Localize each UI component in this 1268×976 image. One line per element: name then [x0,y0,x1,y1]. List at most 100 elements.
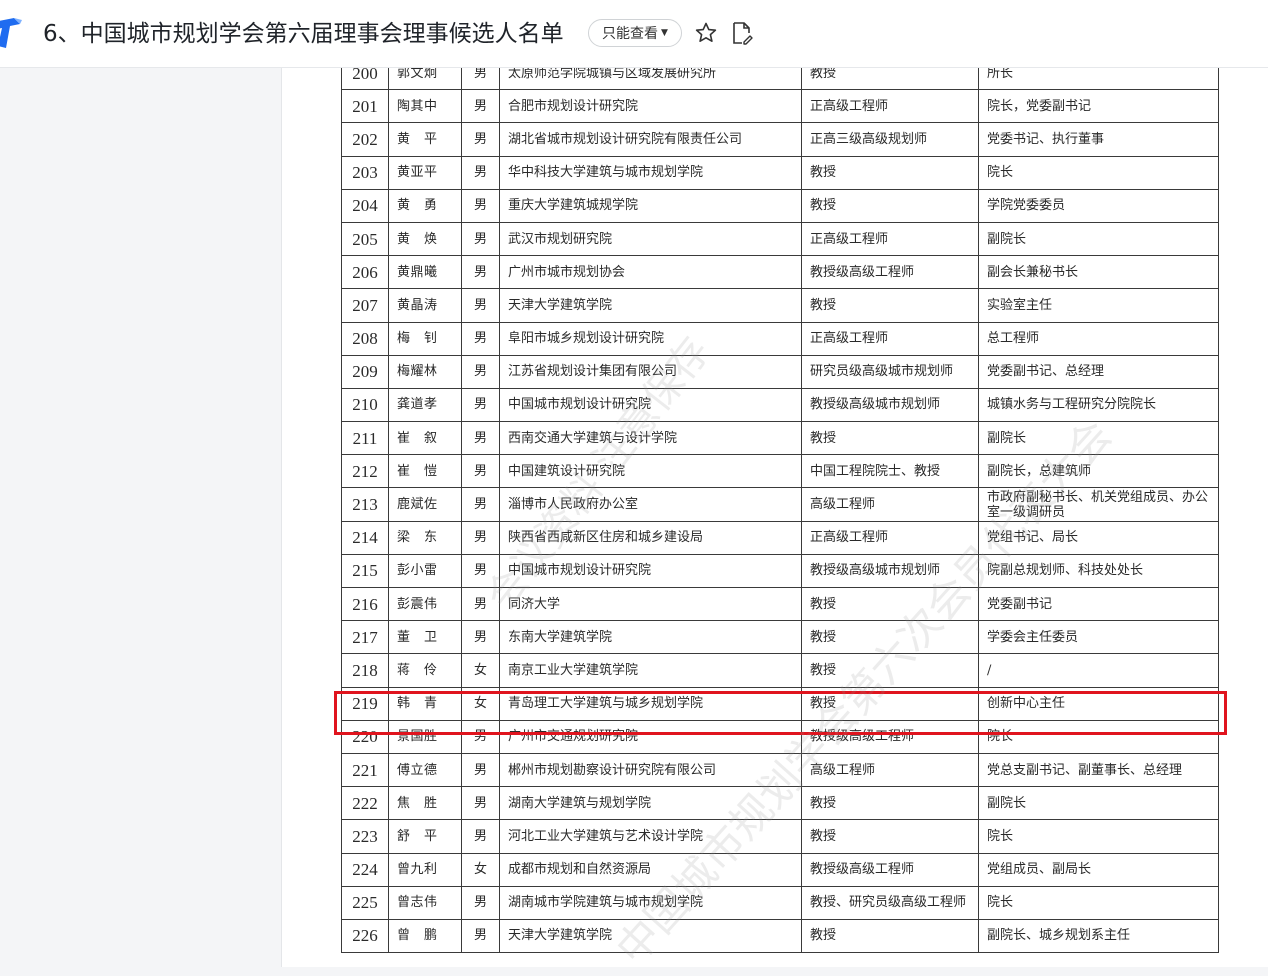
candidate-title: 教授 [801,188,979,223]
candidate-title: 教授级高级工程师 [801,255,979,290]
row-number: 225 [341,885,389,920]
candidate-position: 副院长 [978,786,1219,821]
candidate-title: 教授级高级城市规划师 [801,553,979,589]
candidate-title: 正高级工程师 [801,520,979,555]
candidate-name: 黄 勇 [388,188,462,223]
table-row: 205 黄 焕男武汉市规划研究院 正高级工程师 副院长 [341,221,1219,257]
candidate-name: 韩 青 [388,686,462,721]
candidate-position: 副院长 [978,221,1219,257]
candidate-name: 黄鼎曦 [388,255,462,290]
candidate-position: 院长 [978,719,1219,754]
star-icon[interactable] [694,21,718,45]
candidate-gender: 女 [461,686,500,721]
row-number: 224 [341,852,389,887]
candidate-position: 副院长、城乡规划系主任 [978,918,1219,954]
candidate-gender: 男 [461,885,500,920]
document-title: 6、中国城市规划学会第六届理事会理事候选人名单 [43,21,564,47]
table-row: 212 崔 愷男中国建筑设计研究院 中国工程院院士、教授 副院长，总建筑师 [341,454,1219,489]
candidate-name: 梅 钊 [388,321,462,356]
candidate-title: 教授级高级城市规划师 [801,387,979,423]
row-number: 213 [341,487,389,522]
candidate-title: 教授 [801,620,979,655]
candidate-gender: 男 [461,421,500,456]
top-bar: 6、中国城市规划学会第六届理事会理事候选人名单 只能查看 ▼ [0,0,1268,68]
candidate-position: 党委书记、执行董事 [978,122,1219,157]
row-number: 217 [341,620,389,655]
candidate-gender: 男 [461,221,500,257]
table-row: 202 黄 平男湖北省城市规划设计研究院有限责任公司 正高三级高级规划师 党委书记、执… [341,122,1219,157]
candidate-organization: 天津大学建筑学院 [499,288,802,323]
candidate-title: 中国工程院院士、教授 [801,454,979,489]
view-only-dropdown[interactable]: 只能查看 ▼ [588,19,682,47]
candidate-gender: 男 [461,620,500,655]
candidate-organization: 武汉市规划研究院 [499,221,802,257]
candidate-title: 教授级高级工程师 [801,852,979,887]
table-row: 201 陶其中男合肥市规划设计研究院 正高级工程师 院长，党委副书记 [341,89,1219,124]
candidate-position: 副会长兼秘书长 [978,255,1219,290]
candidate-gender: 男 [461,387,500,423]
row-number: 210 [341,387,389,423]
row-number: 221 [341,752,389,788]
candidate-organization: 太原师范学院城镇与区域发展研究所 [499,68,802,91]
candidate-organization: 淄博市人民政府办公室 [499,487,802,522]
candidate-gender: 男 [461,68,500,91]
candidate-gender: 男 [461,553,500,589]
candidate-organization: 南京工业大学建筑学院 [499,653,802,688]
table-row: 219 韩 青女青岛理工大学建筑与城乡规划学院 教授 创新中心主任 [341,686,1219,721]
candidate-organization: 阜阳市城乡规划设计研究院 [499,321,802,356]
candidate-name: 龚道孝 [388,387,462,423]
candidate-organization: 成都市规划和自然资源局 [499,852,802,887]
candidate-organization: 郴州市规划勘察设计研究院有限公司 [499,752,802,788]
candidate-gender: 男 [461,321,500,356]
candidate-gender: 男 [461,487,500,522]
candidate-title: 正高级工程师 [801,89,979,124]
row-number: 222 [341,786,389,821]
edit-document-icon[interactable] [731,21,753,45]
candidate-organization: 江苏省规划设计集团有限公司 [499,354,802,389]
candidate-position: 党委副书记 [978,586,1219,622]
view-only-label: 只能查看 [602,26,659,42]
candidate-gender: 男 [461,719,500,754]
candidate-title: 教授 [801,686,979,721]
row-number: 207 [341,288,389,323]
candidate-gender: 男 [461,586,500,622]
candidate-organization: 西南交通大学建筑与设计学院 [499,421,802,456]
candidate-title: 教授 [801,155,979,190]
table-row: 217 董 卫男东南大学建筑学院 教授 学委会主任委员 [341,620,1219,655]
candidate-name: 梅耀林 [388,354,462,389]
candidate-gender: 男 [461,786,500,821]
candidate-position: 院副总规划师、科技处处长 [978,553,1219,589]
table-row: 200 郭文炯男太原师范学院城镇与区域发展研究所 教授 所长 [341,68,1219,91]
candidate-title: 教授 [801,653,979,688]
candidate-gender: 男 [461,188,500,223]
candidate-name: 郭文炯 [388,68,462,91]
candidate-title: 正高三级高级规划师 [801,122,979,157]
table-row: 222 焦 胜男湖南大学建筑与规划学院 教授 副院长 [341,786,1219,821]
document-page: 200 郭文炯男太原师范学院城镇与区域发展研究所 教授 所长 201 陶其中男合肥市规划设… [281,68,1268,967]
table-row: 209 梅耀林男江苏省规划设计集团有限公司 研究员级高级城市规划师 党委副书记、总经理 [341,354,1219,389]
candidate-organization: 湖北省城市规划设计研究院有限责任公司 [499,122,802,157]
table-row: 206 黄鼎曦男广州市城市规划协会 教授级高级工程师 副会长兼秘书长 [341,255,1219,290]
candidate-position: 学委会主任委员 [978,620,1219,655]
candidate-position: 院长，党委副书记 [978,89,1219,124]
candidate-title: 正高级工程师 [801,221,979,257]
row-number: 205 [341,221,389,257]
candidate-gender: 男 [461,454,500,489]
candidate-name: 彭小雷 [388,553,462,589]
row-number: 203 [341,155,389,190]
candidate-organization: 陕西省西咸新区住房和城乡建设局 [499,520,802,555]
candidate-organization: 湖南大学建筑与规划学院 [499,786,802,821]
candidate-gender: 女 [461,852,500,887]
candidate-position: 城镇水务与工程研究分院院长 [978,387,1219,423]
row-number: 200 [341,68,389,91]
candidate-gender: 男 [461,354,500,389]
candidate-name: 曾志伟 [388,885,462,920]
candidate-title: 教授 [801,421,979,456]
candidate-title: 教授、研究员级高级工程师 [801,885,979,920]
row-number: 208 [341,321,389,356]
app-logo-icon[interactable] [0,16,24,50]
candidate-position: 副院长 [978,421,1219,456]
candidate-organization: 重庆大学建筑城规学院 [499,188,802,223]
candidate-organization: 广州市城市规划协会 [499,255,802,290]
candidate-name: 陶其中 [388,89,462,124]
